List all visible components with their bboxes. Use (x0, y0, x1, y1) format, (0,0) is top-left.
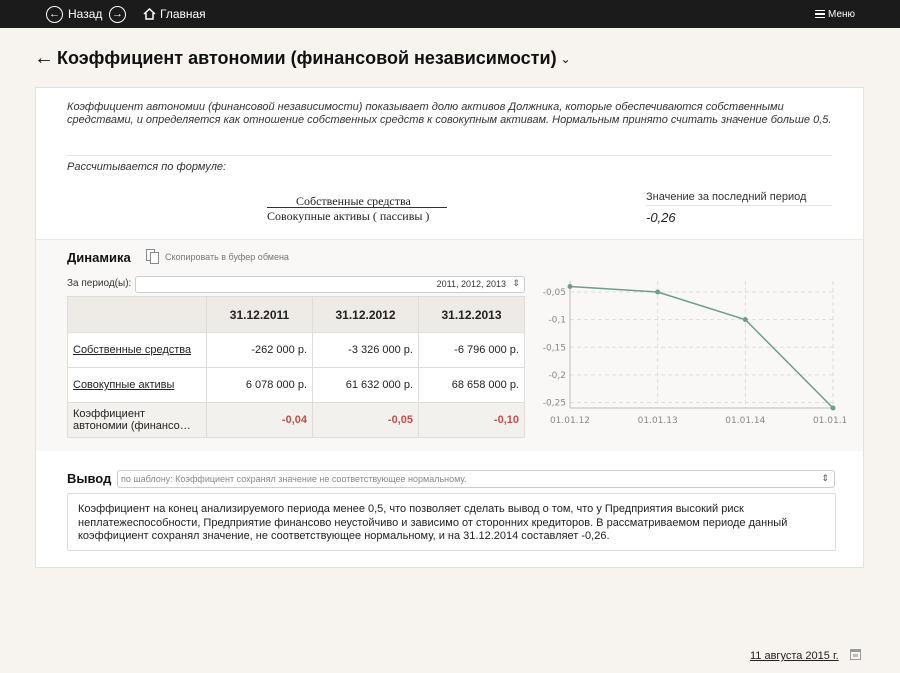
menu-label: Меню (828, 8, 856, 20)
divider (646, 205, 832, 206)
x-tick-label: 01.01.13 (638, 416, 678, 426)
select-arrows-icon: ⇕ (512, 278, 520, 288)
x-tick-label: 01.01.12 (550, 416, 590, 426)
y-tick-label: -0,15 (543, 343, 566, 353)
column-header: 31.12.2013 (418, 296, 525, 333)
formula-label: Рассчитывается по формуле: (67, 161, 227, 173)
conclusion-template-select[interactable]: по шаблону: Коэффициент сохранял значени… (117, 470, 835, 488)
conclusion-text[interactable]: Коэффициент на конец анализируемого пери… (67, 493, 836, 551)
ratio-card: Коэффициент автономии (финансовой незави… (35, 87, 864, 568)
table-row: Коэффициент автономии (финансо… -0,04 -0… (67, 402, 525, 438)
page-title: Коэффициент автономии (финансовой незави… (57, 48, 557, 68)
ratio-value-cell: -0,05 (312, 402, 419, 438)
back-button[interactable]: ← Назад (46, 0, 102, 28)
table-cell: -6 796 000 р. (418, 332, 525, 368)
top-bar: ← Назад → Главная Меню (0, 0, 900, 28)
row-name-cell: Коэффициент автономии (финансо… (67, 402, 207, 438)
column-header: 31.12.2012 (312, 296, 419, 333)
select-arrows-icon: ⇕ (821, 473, 829, 483)
table-cell: 68 658 000 р. (418, 367, 525, 403)
home-label: Главная (160, 7, 206, 21)
forward-button[interactable]: → (109, 0, 126, 28)
calendar-icon[interactable] (850, 649, 861, 660)
back-arrow-icon[interactable]: ← (34, 47, 54, 70)
formula-denominator: Совокупные активы ( пассивы ) (267, 209, 430, 223)
divider (67, 155, 832, 156)
copy-icon (146, 249, 160, 265)
data-point (567, 284, 573, 290)
dynamics-table: 31.12.2011 31.12.2012 31.12.2013 Собстве… (67, 296, 525, 438)
home-icon (143, 8, 156, 20)
chevron-down-icon[interactable]: ⌄ (561, 52, 571, 66)
table-cell: 61 632 000 р. (312, 367, 419, 403)
conclusion-template-value: по шаблону: Коэффициент сохранял значени… (121, 474, 467, 484)
report-date-link[interactable]: 11 августа 2015 г. (750, 650, 839, 662)
y-tick-label: -0,1 (548, 316, 566, 326)
row-name-cell: Собственные средства (67, 332, 207, 368)
row-link-total-assets[interactable]: Совокупные активы (73, 379, 174, 391)
table-cell: 6 078 000 р. (206, 367, 313, 403)
x-tick-label: 01.01.14 (725, 416, 765, 426)
table-row: Совокупные активы 6 078 000 р. 61 632 00… (67, 367, 525, 403)
table-row: Собственные средства -262 000 р. -3 326 … (67, 332, 525, 368)
column-header: 31.12.2011 (206, 296, 313, 333)
arrow-left-icon: ← (46, 5, 63, 23)
ratio-line-chart: -0,05 -0,1 -0,15 -0,2 -0,25 01.01.12 01.01.13 0… (543, 281, 846, 426)
table-cell: -3 326 000 р. (312, 332, 419, 368)
home-button[interactable]: Главная (143, 0, 206, 28)
y-tick-label: -0,25 (543, 398, 566, 408)
data-point (830, 405, 836, 411)
table-corner (67, 296, 207, 333)
row-name-cell: Совокупные активы (67, 367, 207, 403)
data-point (742, 317, 748, 323)
conclusion-title: Вывод (67, 471, 112, 486)
copy-to-clipboard-button[interactable]: Скопировать в буфер обмена (146, 249, 289, 265)
fraction-line (267, 207, 447, 208)
period-select[interactable]: 2011, 2012, 2013 ⇕ (135, 276, 525, 293)
copy-label: Скопировать в буфер обмена (165, 252, 289, 262)
dynamics-title: Динамика (67, 250, 131, 265)
y-tick-label: -0,05 (543, 288, 566, 298)
menu-button[interactable]: Меню (815, 0, 855, 28)
menu-icon (815, 8, 825, 21)
period-value: 2011, 2012, 2013 (436, 279, 506, 289)
period-label: За период(ы): (67, 278, 132, 289)
last-period-value: -0,26 (646, 210, 676, 225)
arrow-right-icon: → (109, 5, 126, 23)
x-tick-label: 01.01.15 (813, 416, 846, 426)
table-header-row: 31.12.2011 31.12.2012 31.12.2013 (67, 296, 525, 333)
ratio-value-cell: -0,10 (418, 402, 525, 438)
row-link-equity[interactable]: Собственные средства (73, 344, 191, 356)
page-title-row: ← Коэффициент автономии (финансовой неза… (34, 47, 571, 70)
ratio-description: Коэффициент автономии (финансовой незави… (67, 101, 832, 126)
series-line (569, 285, 834, 409)
table-cell: -262 000 р. (206, 332, 313, 368)
y-tick-label: -0,2 (548, 371, 566, 381)
data-point (655, 289, 661, 295)
ratio-value-cell: -0,04 (206, 402, 313, 438)
back-label: Назад (68, 7, 103, 21)
last-period-label: Значение за последний период (646, 191, 807, 203)
